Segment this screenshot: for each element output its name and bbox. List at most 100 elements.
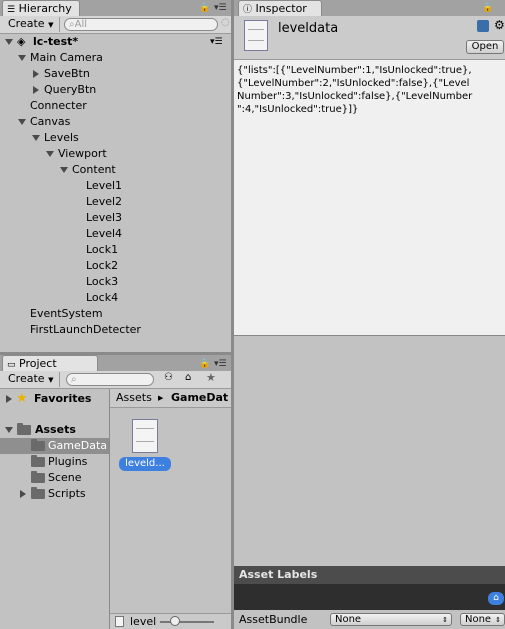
gear-icon[interactable]: ⚙ (494, 18, 505, 32)
favorites-row[interactable]: ★ Favorites (0, 391, 109, 407)
hierarchy-item[interactable]: Level1 (0, 178, 231, 194)
folder-icon (31, 455, 45, 467)
breadcrumb-separator-icon: ▶ (158, 394, 164, 402)
hierarchy-item[interactable]: Level3 (0, 210, 231, 226)
hierarchy-item[interactable]: Level2 (0, 194, 231, 210)
asset-labels-area: ⌂ AssetBundle None ⇕ None ⇕ (234, 584, 505, 629)
hierarchy-item-label: FirstLaunchDetecter (30, 323, 141, 336)
hierarchy-item[interactable]: Canvas (0, 114, 231, 130)
hierarchy-item-label: Lock4 (86, 291, 119, 304)
tab-hierarchy[interactable]: ☰ Hierarchy (2, 0, 80, 16)
hierarchy-search-input[interactable]: ⌕All (64, 18, 218, 31)
hierarchy-create-button[interactable]: Create ▼ (4, 17, 60, 32)
folder-tab-icon: ▭ (7, 360, 16, 370)
hierarchy-item-label: Lock2 (86, 259, 119, 272)
scene-menu-icon[interactable]: ▾☰ (210, 34, 223, 50)
tag-filter-icon[interactable]: ⌂ (185, 372, 191, 383)
help-book-icon[interactable] (477, 20, 489, 32)
tab-project[interactable]: ▭ Project (2, 355, 98, 371)
text-preview: {"lists":[{"LevelNumber":1,"IsUnlocked":… (234, 60, 505, 335)
asset-labels-title: Asset Labels (239, 568, 318, 581)
tab-inspector[interactable]: ⓘ Inspector (238, 0, 322, 16)
zoom-slider-thumb[interactable] (170, 616, 180, 626)
expand-arrow-icon[interactable] (32, 135, 40, 141)
file-thumbnail[interactable] (132, 419, 158, 453)
assets-row[interactable]: Assets (0, 422, 109, 438)
folder-item[interactable]: Scripts (0, 486, 109, 502)
assetbundle-dropdown[interactable]: None ⇕ (330, 613, 452, 626)
hierarchy-item[interactable]: Viewport (0, 146, 231, 162)
hierarchy-item[interactable]: Connecter (0, 98, 231, 114)
star-icon[interactable]: ★ (206, 371, 216, 384)
hierarchy-item[interactable]: Lock2 (0, 258, 231, 274)
expand-arrow-icon[interactable] (20, 490, 26, 498)
project-menu-icon[interactable]: ▾☰ (214, 359, 227, 369)
search-clear-icon[interactable]: ◌ (221, 17, 230, 28)
project-create-button[interactable]: Create ▼ (4, 372, 60, 387)
text-line: {"LevelNumber":2,"IsUnlocked":false},{"L… (237, 78, 470, 89)
hierarchy-item[interactable]: QueryBtn (0, 82, 231, 98)
filter-type-icon[interactable]: ⚇ (164, 372, 173, 383)
tag-icon[interactable]: ⌂ (488, 592, 504, 605)
hierarchy-item[interactable]: Lock1 (0, 242, 231, 258)
project-lock-icon[interactable]: 🔒 (199, 359, 210, 369)
lock-icon[interactable]: 🔒 (199, 3, 210, 13)
hierarchy-item-label: Viewport (58, 147, 107, 160)
info-icon: ⓘ (243, 5, 253, 15)
expand-arrow-icon[interactable] (18, 55, 26, 61)
expand-arrow-icon[interactable] (46, 151, 54, 157)
text-file-icon (136, 428, 154, 442)
asset-name: leveldata (278, 21, 339, 36)
text-content: {"lists":[{"LevelNumber":1,"IsUnlocked":… (237, 64, 472, 116)
breadcrumb-root[interactable]: Assets (116, 389, 152, 407)
list-icon: ☰ (7, 5, 16, 15)
expand-arrow-icon[interactable] (5, 39, 13, 45)
project-search-input[interactable]: ⌕ (66, 373, 154, 386)
folder-item[interactable]: Scene (0, 470, 109, 486)
text-line: Number":3,"IsUnlocked":false},{"LevelNum… (237, 91, 473, 102)
hierarchy-item[interactable]: Content (0, 162, 231, 178)
hierarchy-item[interactable]: Main Camera (0, 50, 231, 66)
tab-hierarchy-label: Hierarchy (18, 2, 72, 15)
assetbundle-variant-dropdown[interactable]: None ⇕ (460, 613, 505, 626)
expand-arrow-icon[interactable] (18, 119, 26, 125)
breadcrumb-current[interactable]: GameDat (171, 389, 228, 407)
chevron-down-icon: ▼ (48, 21, 54, 29)
search-placeholder: All (74, 19, 88, 30)
file-name-label[interactable]: leveld... (119, 457, 171, 471)
hierarchy-item[interactable]: EventSystem (0, 306, 231, 322)
star-icon: ★ (16, 391, 28, 406)
folder-item[interactable]: Plugins (0, 454, 109, 470)
folder-item[interactable]: GameData (0, 438, 109, 454)
folder-icon (31, 439, 45, 451)
footer-file-name: level (130, 615, 157, 628)
expand-arrow-icon[interactable] (33, 70, 39, 78)
open-button[interactable]: Open (466, 40, 504, 54)
scene-row[interactable]: ◈ lc-test* ▾☰ (0, 34, 231, 50)
hierarchy-item[interactable]: Level4 (0, 226, 231, 242)
folder-icon (31, 487, 45, 499)
search-icon: ⌕ (71, 374, 77, 385)
hierarchy-item[interactable]: Lock4 (0, 290, 231, 306)
hierarchy-item[interactable]: FirstLaunchDetecter (0, 322, 231, 338)
expand-arrow-icon[interactable] (60, 167, 68, 173)
breadcrumb: Assets ▶ GameDat (110, 389, 231, 408)
hierarchy-item[interactable]: Lock3 (0, 274, 231, 290)
expand-arrow-icon[interactable] (5, 427, 13, 433)
expand-arrow-icon[interactable] (6, 395, 12, 403)
zoom-slider[interactable] (160, 621, 214, 623)
project-create-label: Create (8, 372, 45, 385)
panel-menu-icon[interactable]: ▾☰ (214, 3, 227, 13)
hierarchy-item-label: Level3 (86, 211, 123, 224)
tab-inspector-label: Inspector (255, 2, 307, 15)
chevron-updown-icon: ⇕ (442, 616, 448, 624)
expand-arrow-icon[interactable] (33, 86, 39, 94)
asset-file-icon (244, 20, 268, 51)
hierarchy-item[interactable]: Levels (0, 130, 231, 146)
text-line: ":4,"IsUnlocked":true}]} (237, 104, 359, 115)
inspector-lock-icon[interactable]: 🔒 (482, 3, 493, 13)
hierarchy-item-label: QueryBtn (44, 83, 97, 96)
tab-project-label: Project (19, 357, 57, 370)
folder-label: Scene (48, 471, 82, 484)
hierarchy-item[interactable]: SaveBtn (0, 66, 231, 82)
